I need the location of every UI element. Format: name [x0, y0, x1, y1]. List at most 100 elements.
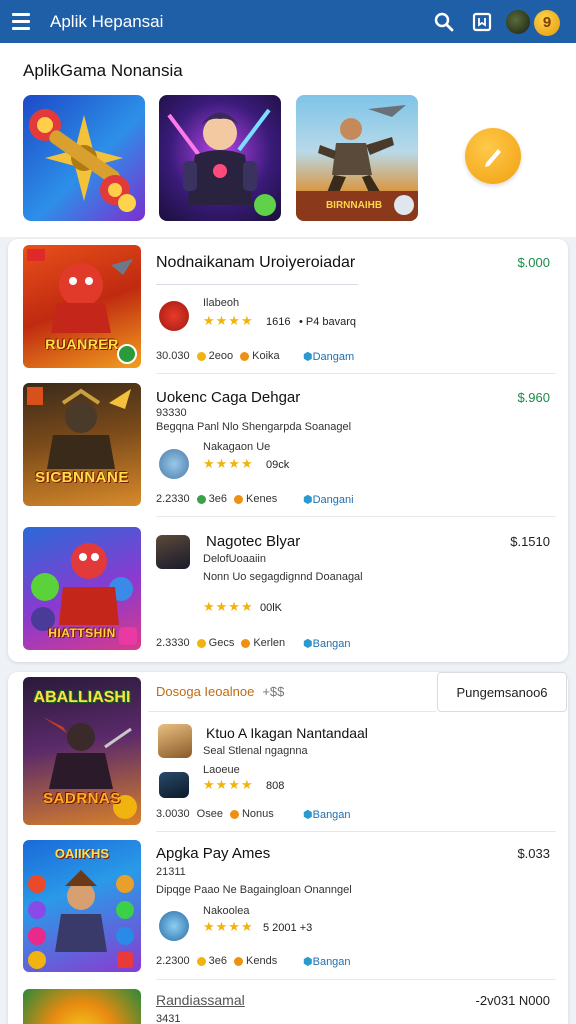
game-thumbnail[interactable] [23, 989, 141, 1024]
coin-icon [196, 351, 206, 361]
search-icon[interactable] [430, 8, 458, 36]
game-title[interactable]: Ktuo A Ikagan Nantandaal [206, 725, 368, 741]
game-meta: 2.2330 3e6 Kenes [156, 493, 277, 505]
item-icon [159, 772, 189, 798]
bookmark-icon[interactable] [468, 8, 496, 36]
game-size: 3e6 [208, 955, 228, 967]
tag-icon: ⬢ [303, 956, 313, 968]
game-subtitle: Seal Stlenal ngagnna [203, 745, 308, 757]
game-description: Begqna Panl Nlo Shengarpda Soanagel [156, 421, 352, 433]
tag-icon: ⬢ [303, 809, 313, 821]
warrior-art-icon [27, 387, 131, 469]
character-icon [159, 449, 189, 479]
rating-count: 00lK [260, 602, 283, 614]
game-description: Nonn Uo segagdignnd Doanagal [203, 571, 363, 583]
game-subtitle: DelofUoaaiin [203, 553, 266, 565]
star-rating-icon: ★★★★ [203, 919, 254, 934]
game-thumbnail[interactable]: RUANRER [23, 245, 141, 368]
game-tagline: Laoeue [203, 764, 240, 776]
category-link[interactable]: ⬢Bangan [303, 955, 351, 968]
app-title: Aplik Hepansai [50, 11, 164, 31]
featured-game-2[interactable] [159, 95, 281, 221]
game-icon [158, 724, 192, 758]
game-price: -2v031 N000 [475, 993, 550, 1008]
game-size: Osee [196, 808, 223, 820]
profile-area[interactable]: 9 [504, 6, 564, 38]
game-icon [156, 535, 190, 569]
game-size: Gecs [208, 637, 235, 649]
hero-collage-icon [28, 870, 134, 969]
game-price: $.000 [517, 255, 550, 270]
game-title[interactable]: Uokenc Caga Dehgar [156, 389, 300, 406]
tag-icon: ⬢ [303, 638, 313, 650]
row-divider [156, 516, 556, 517]
warrior-art-icon [167, 108, 276, 216]
game-title[interactable]: Apgka Pay Ames [156, 845, 270, 862]
developer-icon [234, 494, 244, 504]
game-meta: 2.3330 Gecs Kerlen [156, 637, 285, 649]
game-price: $.960 [517, 390, 550, 405]
game-description: Dipqge Paao Ne Bagaingloan Onanngel [156, 884, 352, 896]
tag-icon: ⬢ [303, 351, 313, 363]
svg-text:BIRNNAIHB: BIRNNAIHB [326, 200, 382, 211]
game-list-card-2: Dosoga Ieoalnoe +$$ Pungemsanoo6 ABALLIA… [8, 672, 568, 1024]
game-title[interactable]: Nagotec Blyar [206, 533, 300, 550]
featured-game-1[interactable] [23, 95, 145, 221]
play-badge-icon [117, 344, 137, 364]
game-title[interactable]: Randiassamal [156, 992, 245, 1008]
divider [156, 284, 358, 285]
developer-name: Koika [252, 350, 280, 362]
thumbnail-label: SICBNNANE [35, 469, 129, 486]
game-size: 3e6 [208, 493, 228, 505]
list-item[interactable]: ABALLIASHI SADRNAS Ktuo A Ikagan Nantand… [8, 672, 568, 832]
game-thumbnail[interactable]: HIATTSHIN [23, 527, 141, 650]
game-subtitle: Ilabeoh [203, 297, 240, 309]
thumbnail-label: SADRNAS [43, 790, 121, 807]
list-item[interactable]: HIATTSHIN Nagotec Blyar $.1510 DelofUoaa… [8, 521, 568, 659]
category-link[interactable]: ⬢Dangam [303, 350, 354, 363]
category-label[interactable]: Dangani [313, 494, 354, 506]
developer-icon [229, 809, 239, 819]
featured-title: AplikGama Nonansia [23, 61, 183, 80]
row-divider [156, 373, 556, 374]
game-tagline: Nakoolea [203, 905, 250, 917]
game-tagline: Nakagaon Ue [203, 441, 271, 453]
category-label[interactable]: Bangan [313, 638, 351, 650]
soldier-art-icon: BIRNNAIHB [296, 105, 418, 221]
pencil-icon[interactable] [465, 128, 521, 184]
game-thumbnail[interactable]: SICBNNANE [23, 383, 141, 506]
game-thumbnail[interactable]: OAIIKHS [23, 840, 141, 972]
game-title[interactable]: Nodnaikanam Uroiyeroiadar [156, 254, 355, 272]
download-count: 2.2300 [156, 955, 190, 967]
star-rating-icon: ★★★★ [203, 599, 254, 614]
category-link[interactable]: ⬢Bangan [303, 808, 351, 821]
developer-name: Kends [246, 955, 278, 967]
coin-icon[interactable]: 9 [534, 9, 560, 36]
list-item[interactable]: Randiassamal -2v031 N000 3431 [8, 984, 568, 1024]
game-thumbnail[interactable]: ABALLIASHI SADRNAS [23, 677, 141, 825]
game-meta: 2.2300 3e6 Kends [156, 955, 277, 967]
category-label[interactable]: Dangam [313, 351, 355, 363]
list-item[interactable]: RUANRER Nodnaikanam Uroiyeroiadar $.000 … [8, 239, 568, 374]
game-meta: 3.0030 Osee Nonus [156, 808, 274, 820]
developer-icon [240, 351, 250, 361]
coin-icon [196, 494, 206, 504]
star-rating-icon: ★★★★ [203, 777, 254, 792]
category-link[interactable]: ⬢Bangan [303, 637, 351, 650]
row-divider [156, 831, 556, 832]
category-label[interactable]: Bangan [313, 956, 351, 968]
list-item[interactable]: OAIIKHS Apgka Pay Ames $.033 21311 Dipqg… [8, 835, 568, 980]
row-divider [156, 979, 556, 980]
list-item[interactable]: SICBNNANE Uokenc Caga Dehgar $.960 93330… [8, 379, 568, 517]
download-count: 2.3330 [156, 637, 190, 649]
game-price: $.1510 [510, 534, 550, 549]
coin-icon [196, 638, 206, 648]
developer-name: Kerlen [253, 637, 286, 649]
menu-icon[interactable] [12, 10, 36, 34]
download-count: 30.030 [156, 350, 190, 362]
avatar[interactable] [504, 7, 532, 36]
featured-game-3[interactable]: BIRNNAIHB [296, 95, 418, 221]
category-link[interactable]: ⬢Dangani [303, 493, 354, 506]
category-label[interactable]: Bangan [313, 809, 351, 821]
thumbnail-label: HIATTSHIN [48, 626, 116, 640]
